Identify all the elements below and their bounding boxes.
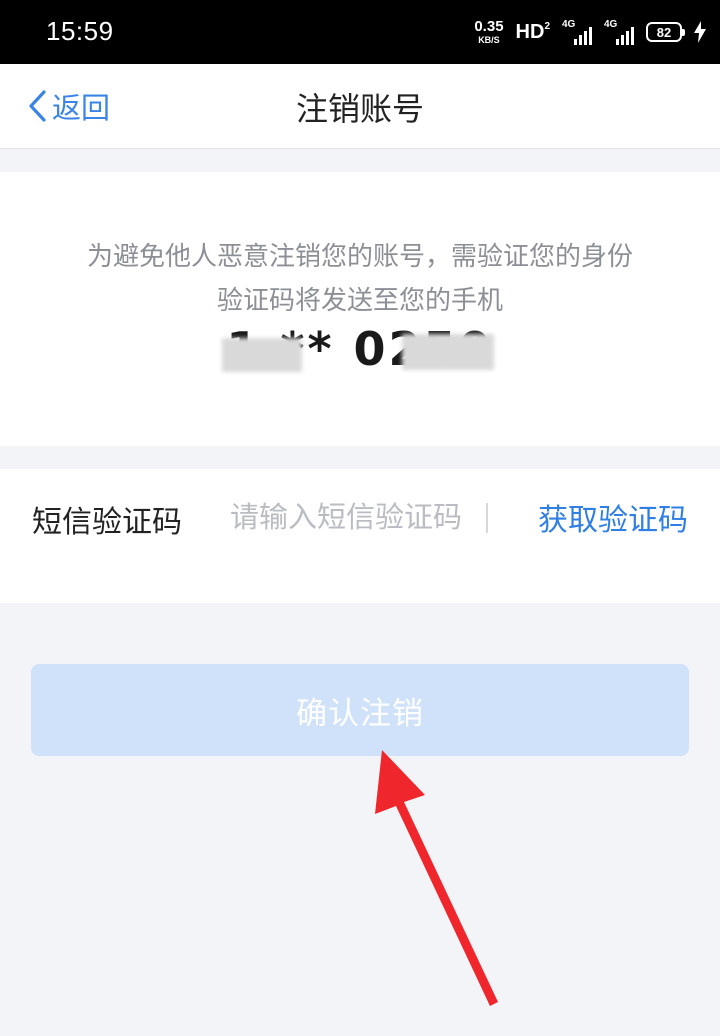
network-speed-unit: KB/S (478, 35, 500, 45)
nav-bar: 返回 注销账号 (0, 64, 720, 149)
hd-label: HD (515, 20, 545, 43)
annotation-arrow-icon (375, 750, 498, 1006)
charging-icon (694, 21, 706, 43)
redaction-mask (222, 338, 302, 372)
hd-voice-icon: HD2 (516, 21, 550, 44)
sim2-signal-icon: 4G (604, 19, 634, 45)
network-speed: 0.35 KB/S (474, 19, 503, 45)
sms-code-label: 短信验证码 (32, 505, 182, 540)
sim1-signal-icon: 4G (562, 19, 592, 45)
confirm-cancel-account-button[interactable]: 确认注销 (31, 664, 689, 756)
status-icons: 0.35 KB/S HD2 4G 4G 82 (474, 14, 706, 50)
get-code-button[interactable]: 获取验证码 (538, 495, 688, 539)
redaction-mask (402, 334, 494, 370)
network-speed-value: 0.35 (474, 18, 504, 35)
sms-code-input[interactable] (230, 495, 462, 585)
info-text-line-1: 为避免他人恶意注销您的账号，需验证您的身份 (86, 242, 633, 272)
hd-sub: 2 (544, 20, 550, 32)
sms-code-row: 短信验证码 获取验证码 (0, 469, 720, 603)
masked-phone-number: 1 ** 0250 (226, 322, 494, 376)
status-time: 15:59 (46, 16, 114, 46)
status-bar: 15:59 0.35 KB/S HD2 4G 4G 82 (0, 0, 720, 64)
divider (486, 503, 488, 533)
page-title: 注销账号 (295, 90, 424, 128)
battery-level: 82 (656, 24, 672, 40)
verification-info-card: 为避免他人恶意注销您的账号，需验证您的身份 验证码将发送至您的手机 1 ** 0… (0, 172, 720, 446)
info-text-line-2: 验证码将发送至您的手机 (216, 286, 503, 316)
battery-icon: 82 (646, 22, 685, 42)
